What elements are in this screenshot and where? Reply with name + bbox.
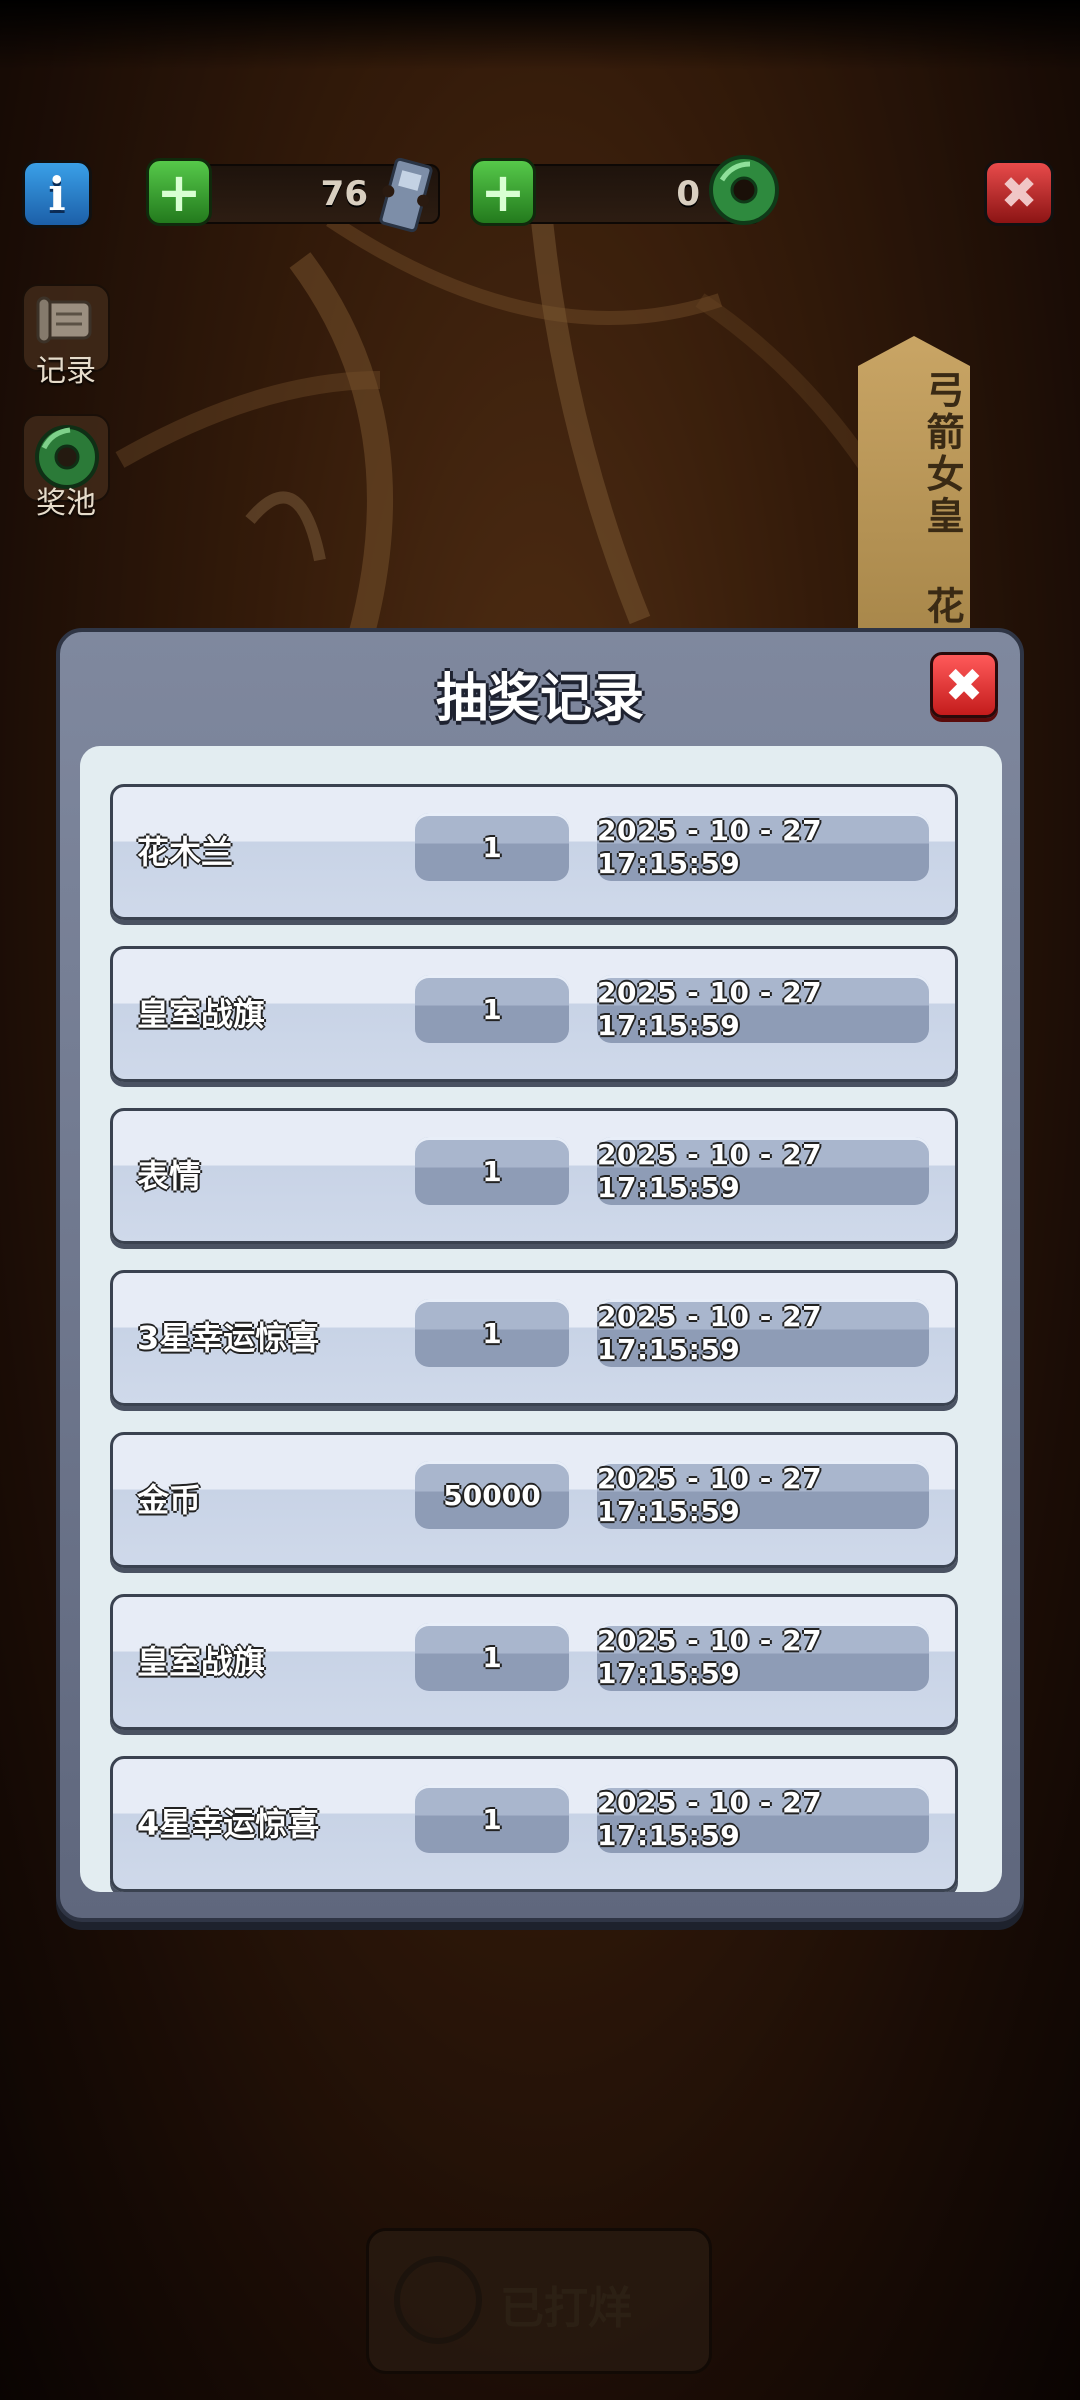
record-item-count: 1 [415, 1137, 569, 1205]
record-item-count: 1 [415, 975, 569, 1043]
prize-pool-label: 奖池 [36, 486, 96, 521]
record-item-time: 2025 - 10 - 27 17:15:59 [597, 1623, 929, 1691]
status-bar-area [0, 0, 1080, 70]
records-label: 记录 [36, 354, 96, 389]
record-item-name: 金币 [137, 1481, 202, 1519]
record-item-count: 1 [415, 1785, 569, 1853]
plus-icon: + [156, 160, 202, 224]
record-row: 金币 50000 2025 - 10 - 27 17:15:59 [110, 1432, 958, 1568]
record-item-count: 1 [415, 1623, 569, 1691]
info-icon: i [48, 167, 66, 221]
record-item-time: 2025 - 10 - 27 17:15:59 [597, 975, 929, 1043]
closed-shop-label: 已打烊 [500, 2283, 632, 2334]
draw-records-dialog: 抽奖记录 ✖ 花木兰 1 2025 - 10 - 27 17:15:59 皇室战… [56, 628, 1024, 1922]
plus-icon: + [480, 160, 526, 224]
record-item-name: 皇室战旗 [137, 995, 266, 1033]
close-shop-button[interactable]: ✖ [984, 160, 1054, 226]
ticket-icon [379, 157, 433, 233]
record-row: 皇室战旗 1 2025 - 10 - 27 17:15:59 [110, 1594, 958, 1730]
add-jade-button[interactable]: + [470, 158, 536, 226]
record-row: 4星幸运惊喜 1 2025 - 10 - 27 17:15:59 [110, 1756, 958, 1892]
record-item-time: 2025 - 10 - 27 17:15:59 [597, 1299, 929, 1367]
record-item-time: 2025 - 10 - 27 17:15:59 [597, 1461, 929, 1529]
close-icon: ✖ [1000, 167, 1038, 219]
jade-count: 0 [676, 174, 700, 214]
record-item-count: 1 [415, 813, 569, 881]
record-item-name: 3星幸运惊喜 [137, 1319, 320, 1357]
scroll-icon [36, 296, 92, 344]
records-list[interactable]: 花木兰 1 2025 - 10 - 27 17:15:59 皇室战旗 1 202… [80, 746, 1002, 1892]
record-item-time: 2025 - 10 - 27 17:15:59 [597, 1785, 929, 1853]
record-item-name: 皇室战旗 [137, 1643, 266, 1681]
record-item-name: 表情 [137, 1157, 202, 1195]
disc-icon [394, 2256, 482, 2344]
ticket-count: 76 [320, 174, 368, 214]
record-row: 花木兰 1 2025 - 10 - 27 17:15:59 [110, 784, 958, 920]
close-icon: ✖ [944, 658, 984, 712]
record-item-count: 1 [415, 1299, 569, 1367]
record-row: 3星幸运惊喜 1 2025 - 10 - 27 17:15:59 [110, 1270, 958, 1406]
record-item-count: 50000 [415, 1461, 569, 1529]
record-item-name: 4星幸运惊喜 [137, 1805, 320, 1843]
record-row: 皇室战旗 1 2025 - 10 - 27 17:15:59 [110, 946, 958, 1082]
record-item-name: 花木兰 [137, 833, 234, 871]
info-button[interactable]: i [22, 160, 92, 228]
record-row: 表情 1 2025 - 10 - 27 17:15:59 [110, 1108, 958, 1244]
jade-disc-icon [709, 155, 779, 225]
add-tickets-button[interactable]: + [146, 158, 212, 226]
dialog-title: 抽奖记录 [435, 669, 644, 729]
record-item-time: 2025 - 10 - 27 17:15:59 [597, 813, 929, 881]
record-item-time: 2025 - 10 - 27 17:15:59 [597, 1137, 929, 1205]
hero-name-text: 弓箭女皇 花 [920, 370, 964, 628]
dialog-close-button[interactable]: ✖ [930, 652, 998, 718]
